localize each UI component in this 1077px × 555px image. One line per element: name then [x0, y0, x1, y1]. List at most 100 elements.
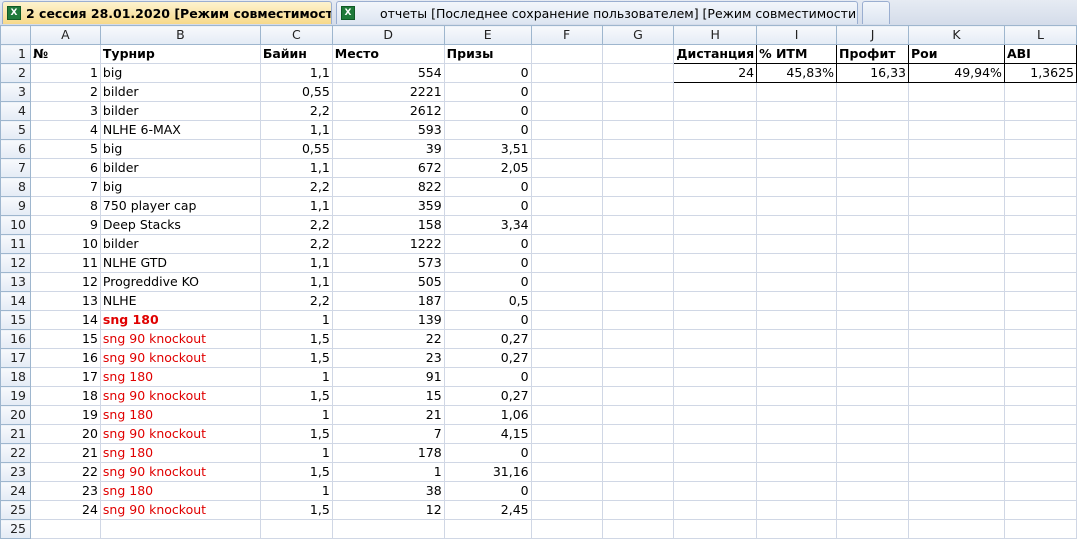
- cell[interactable]: [673, 519, 758, 539]
- column-title-cell[interactable]: №: [29, 44, 101, 64]
- row-header[interactable]: 12: [0, 253, 31, 273]
- place-cell[interactable]: 158: [331, 215, 445, 235]
- cell[interactable]: [673, 139, 758, 159]
- cell[interactable]: [530, 405, 603, 425]
- cell[interactable]: [673, 367, 758, 387]
- prize-cell[interactable]: 0: [443, 234, 532, 254]
- prize-cell[interactable]: 3,51: [443, 139, 532, 159]
- cell[interactable]: [756, 291, 838, 311]
- cell[interactable]: [1003, 443, 1077, 463]
- cell[interactable]: [836, 291, 910, 311]
- buyin-cell[interactable]: 1,5: [259, 500, 333, 520]
- prize-cell[interactable]: 4,15: [443, 424, 532, 444]
- cell[interactable]: [908, 443, 1005, 463]
- buyin-cell[interactable]: 1: [259, 367, 333, 387]
- cell[interactable]: [1003, 82, 1077, 102]
- cell[interactable]: [756, 196, 838, 216]
- cell[interactable]: [601, 481, 675, 501]
- cell[interactable]: [530, 443, 603, 463]
- cell[interactable]: [530, 424, 603, 444]
- tournament-cell[interactable]: sng 180: [99, 310, 261, 330]
- cell[interactable]: [836, 386, 910, 406]
- cell[interactable]: [756, 139, 838, 159]
- row-number-cell[interactable]: 3: [29, 101, 101, 121]
- row-number-cell[interactable]: 13: [29, 291, 101, 311]
- cell[interactable]: [908, 101, 1005, 121]
- cell[interactable]: [756, 424, 838, 444]
- tournament-cell[interactable]: sng 90 knockout: [99, 386, 261, 406]
- cell[interactable]: [756, 519, 838, 539]
- cell[interactable]: [756, 272, 838, 292]
- column-header-g[interactable]: G: [601, 25, 675, 45]
- place-cell[interactable]: 1: [331, 462, 445, 482]
- buyin-cell[interactable]: 1,1: [259, 63, 333, 83]
- column-header-d[interactable]: D: [331, 25, 445, 45]
- tournament-cell[interactable]: bilder: [99, 234, 261, 254]
- cell[interactable]: [756, 367, 838, 387]
- cell[interactable]: [673, 196, 758, 216]
- column-header-k[interactable]: K: [908, 25, 1005, 45]
- cell[interactable]: [908, 291, 1005, 311]
- cell[interactable]: [673, 177, 758, 197]
- row-number-cell[interactable]: 24: [29, 500, 101, 520]
- place-cell[interactable]: 139: [331, 310, 445, 330]
- cell[interactable]: [673, 481, 758, 501]
- cell[interactable]: [601, 386, 675, 406]
- row-number-cell[interactable]: 22: [29, 462, 101, 482]
- cell[interactable]: [673, 272, 758, 292]
- row-header[interactable]: 20: [0, 405, 31, 425]
- row-header[interactable]: 4: [0, 101, 31, 121]
- column-header-i[interactable]: I: [756, 25, 838, 45]
- place-cell[interactable]: 2221: [331, 82, 445, 102]
- summary-value-cell[interactable]: 1,3625: [1003, 63, 1077, 83]
- tournament-cell[interactable]: sng 180: [99, 405, 261, 425]
- place-cell[interactable]: 672: [331, 158, 445, 178]
- row-header[interactable]: 21: [0, 424, 31, 444]
- cell[interactable]: [1003, 519, 1077, 539]
- row-header[interactable]: 19: [0, 386, 31, 406]
- cell[interactable]: [530, 120, 603, 140]
- cell[interactable]: [673, 386, 758, 406]
- buyin-cell[interactable]: 2,2: [259, 177, 333, 197]
- cell[interactable]: [756, 481, 838, 501]
- row-header[interactable]: 24: [0, 481, 31, 501]
- column-header-b[interactable]: B: [99, 25, 261, 45]
- tournament-cell[interactable]: big: [99, 63, 261, 83]
- cell[interactable]: [836, 443, 910, 463]
- cell[interactable]: [530, 101, 603, 121]
- cell[interactable]: [836, 234, 910, 254]
- cell[interactable]: [908, 500, 1005, 520]
- cell[interactable]: [908, 405, 1005, 425]
- buyin-cell[interactable]: 0,55: [259, 139, 333, 159]
- select-all-corner[interactable]: [0, 25, 31, 45]
- cell[interactable]: [836, 272, 910, 292]
- cell[interactable]: [756, 234, 838, 254]
- cell[interactable]: [1003, 101, 1077, 121]
- cell[interactable]: [908, 234, 1005, 254]
- row-header[interactable]: 23: [0, 462, 31, 482]
- cell[interactable]: [601, 329, 675, 349]
- prize-cell[interactable]: 2,45: [443, 500, 532, 520]
- prize-cell[interactable]: 0,27: [443, 348, 532, 368]
- cell[interactable]: [908, 215, 1005, 235]
- tab-session-workbook[interactable]: X 2 сессия 28.01.2020 [Режим совместимос…: [2, 1, 332, 24]
- cell[interactable]: [673, 234, 758, 254]
- column-header-j[interactable]: J: [836, 25, 910, 45]
- cell[interactable]: [756, 500, 838, 520]
- prize-cell[interactable]: 0: [443, 367, 532, 387]
- place-cell[interactable]: 178: [331, 443, 445, 463]
- tournament-cell[interactable]: NLHE: [99, 291, 261, 311]
- cell[interactable]: [1003, 329, 1077, 349]
- tournament-cell[interactable]: bilder: [99, 158, 261, 178]
- prize-cell[interactable]: 0,5: [443, 291, 532, 311]
- summary-header-cell[interactable]: ABI: [1003, 44, 1077, 64]
- place-cell[interactable]: 21: [331, 405, 445, 425]
- cell[interactable]: [836, 101, 910, 121]
- cell[interactable]: [836, 120, 910, 140]
- row-header[interactable]: 22: [0, 443, 31, 463]
- cell[interactable]: [530, 310, 603, 330]
- row-header[interactable]: 3: [0, 82, 31, 102]
- prize-cell[interactable]: 0: [443, 310, 532, 330]
- cell[interactable]: [601, 101, 675, 121]
- cell[interactable]: [1003, 405, 1077, 425]
